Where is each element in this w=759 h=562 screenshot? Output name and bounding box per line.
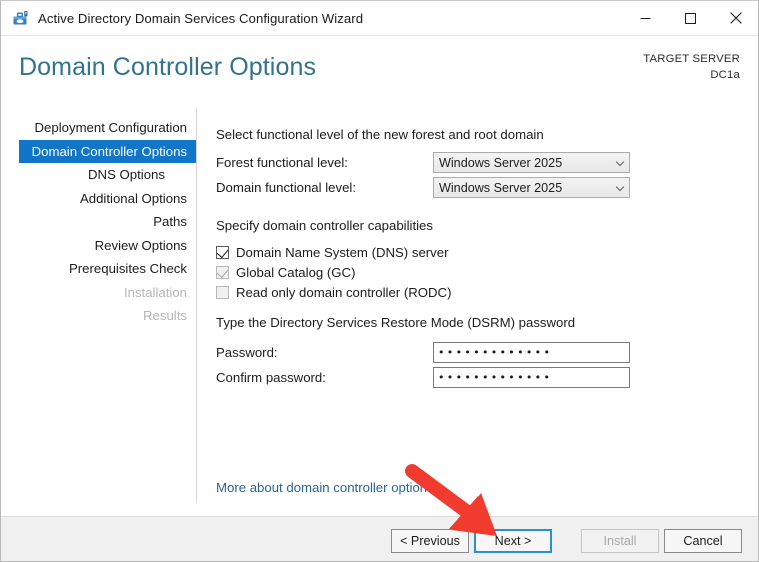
checkbox-label: Global Catalog (GC) <box>236 264 356 280</box>
title-bar: Active Directory Domain Services Configu… <box>1 1 758 36</box>
forest-functional-level-label: Forest functional level: <box>216 155 348 170</box>
sidebar-item-results: Results <box>19 304 196 328</box>
sidebar-item-label: DNS Options <box>88 167 165 182</box>
chevron-down-icon <box>612 159 629 166</box>
window-title: Active Directory Domain Services Configu… <box>38 10 364 26</box>
confirm-password-label: Confirm password: <box>216 370 326 385</box>
sidebar-item-deployment-configuration[interactable]: Deployment Configuration <box>19 116 196 140</box>
page-header: Domain Controller Options TARGET SERVER … <box>1 36 758 105</box>
dsrm-heading: Type the Directory Services Restore Mode… <box>216 315 576 330</box>
install-button: Install <box>581 529 659 553</box>
sidebar-item-label: Prerequisites Check <box>68 261 187 276</box>
maximize-icon <box>685 12 696 24</box>
wizard-step-nav: Deployment Configuration Domain Controll… <box>1 108 197 503</box>
checkbox-checked-disabled-icon <box>216 265 229 279</box>
server-toolbox-icon <box>12 10 29 27</box>
sidebar-item-label: Installation <box>123 284 187 300</box>
minimize-button[interactable] <box>623 1 668 35</box>
sidebar-item-prerequisites-check[interactable]: Prerequisites Check <box>19 257 196 281</box>
checkbox-global-catalog: Global Catalog (GC) <box>216 263 355 281</box>
sidebar-item-review-options[interactable]: Review Options <box>19 234 196 258</box>
wizard-content-pane: Select functional level of the new fores… <box>198 105 758 516</box>
password-label: Password: <box>216 345 278 360</box>
sidebar-item-additional-options[interactable]: Additional Options <box>19 187 196 211</box>
minimize-icon <box>640 17 651 19</box>
chevron-down-icon <box>612 184 629 191</box>
wizard-footer: < Previous Next > Install Cancel <box>1 516 758 561</box>
checkbox-checked-icon <box>216 245 229 259</box>
checkbox-label: Domain Name System (DNS) server <box>236 244 449 260</box>
functional-level-heading: Select functional level of the new fores… <box>216 127 544 142</box>
password-input[interactable]: ••••••••••••• <box>433 342 630 363</box>
checkbox-dns-server[interactable]: Domain Name System (DNS) server <box>216 243 449 261</box>
checkbox-label: Read only domain controller (RODC) <box>236 284 452 300</box>
page-title: Domain Controller Options <box>19 53 317 81</box>
more-about-domain-controller-options-link[interactable]: More about domain controller options <box>216 480 434 495</box>
maximize-button[interactable] <box>668 1 713 35</box>
sidebar-item-label: Additional Options <box>79 190 187 206</box>
forest-functional-level-value: Windows Server 2025 <box>439 155 563 170</box>
forest-functional-level-select[interactable]: Windows Server 2025 <box>433 152 630 173</box>
next-button[interactable]: Next > <box>474 529 552 553</box>
target-server-name: DC1a <box>710 68 740 81</box>
domain-functional-level-value: Windows Server 2025 <box>439 180 563 195</box>
sidebar-item-label: Paths <box>153 214 187 229</box>
domain-functional-level-label: Domain functional level: <box>216 180 357 195</box>
sidebar-item-label: Review Options <box>94 237 187 253</box>
target-server-info: TARGET SERVER DC1a <box>643 52 740 83</box>
sidebar-item-label: Deployment Configuration <box>34 120 187 135</box>
previous-button[interactable]: < Previous <box>391 529 469 553</box>
sidebar-item-paths[interactable]: Paths <box>19 210 196 234</box>
password-value: ••••••••••••• <box>438 346 553 359</box>
wizard-window: Active Directory Domain Services Configu… <box>0 0 759 562</box>
close-button[interactable] <box>713 1 758 35</box>
sidebar-item-dns-options[interactable]: DNS Options <box>19 163 196 187</box>
capabilities-heading: Specify domain controller capabilities <box>216 218 433 233</box>
sidebar-item-label: Domain Controller Options <box>31 143 187 159</box>
sidebar-item-installation: Installation <box>19 281 196 305</box>
window-controls <box>623 1 758 35</box>
target-server-label: TARGET SERVER <box>643 53 740 65</box>
domain-functional-level-select[interactable]: Windows Server 2025 <box>433 177 630 198</box>
confirm-password-input[interactable]: ••••••••••••• <box>433 367 630 388</box>
cancel-button[interactable]: Cancel <box>664 529 742 553</box>
wizard-body: Deployment Configuration Domain Controll… <box>1 105 758 516</box>
checkbox-unchecked-disabled-icon <box>216 285 229 299</box>
confirm-password-value: ••••••••••••• <box>438 371 553 384</box>
close-icon <box>729 12 742 24</box>
sidebar-item-label: Results <box>143 308 187 323</box>
sidebar-item-domain-controller-options[interactable]: Domain Controller Options <box>19 139 196 163</box>
checkbox-rodc: Read only domain controller (RODC) <box>216 283 451 301</box>
